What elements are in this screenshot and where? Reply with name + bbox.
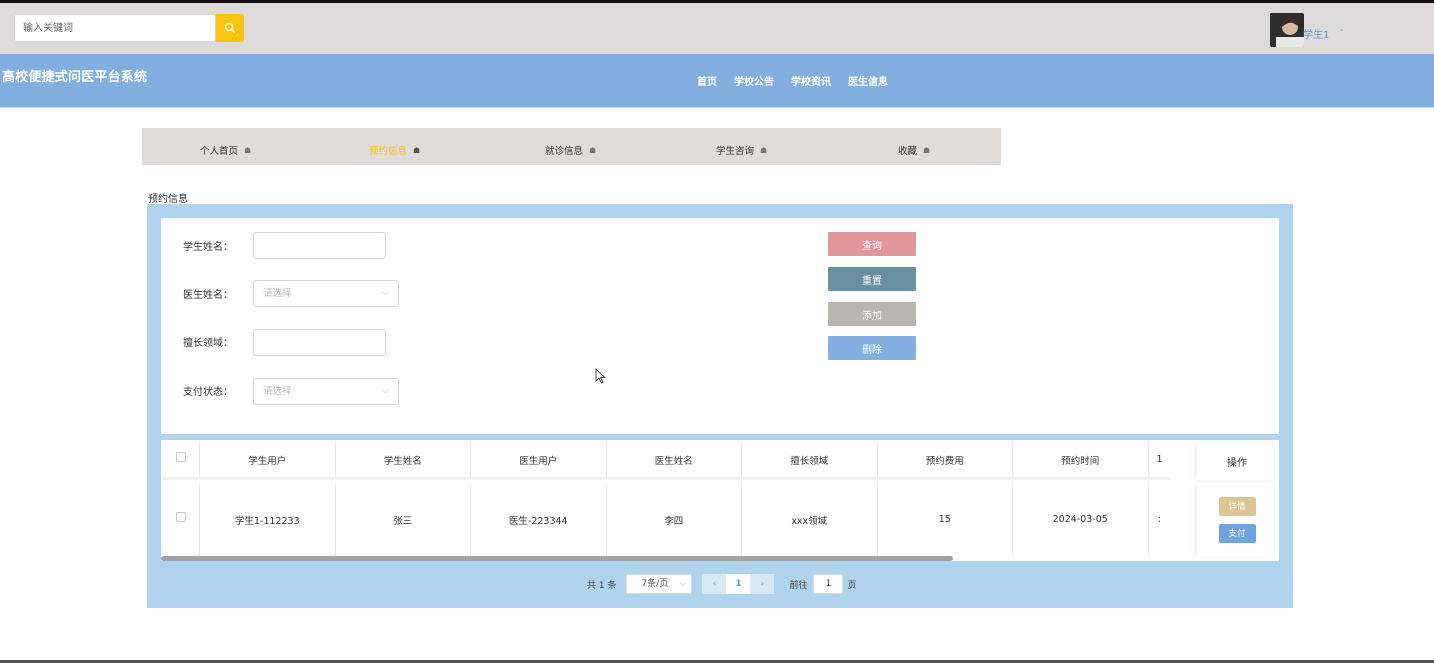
table-row: 学生1-112233 张三 医生-223344 李四 xxx领域 15 2024… [163, 483, 1171, 556]
prev-page-button[interactable]: ‹ [702, 574, 727, 594]
home-icon: ☗ [413, 145, 421, 155]
home-icon: ☗ [589, 145, 597, 155]
nav-item-announcements[interactable]: 学校公告 [734, 73, 774, 88]
main-nav: 首页 学校公告 学校资讯 医生信息 [697, 73, 888, 88]
mouse-cursor-icon [595, 368, 606, 384]
select-placeholder: 请选择 [263, 386, 292, 397]
avatar[interactable] [1270, 13, 1304, 47]
field-label: 擅长领域： [183, 338, 233, 349]
user-menu-caret[interactable]: - [1340, 25, 1344, 36]
goto-page-input[interactable]: 1 [813, 574, 844, 594]
next-page-button[interactable]: › [750, 574, 775, 594]
header-actions-label: 操作 [1227, 457, 1247, 469]
cell-doctor-name: 李四 [607, 483, 742, 556]
page-size-select[interactable]: 7条/页 ⌵ [626, 574, 693, 594]
cell-time: 2024-03-05 [1013, 483, 1149, 556]
pay-status-label: 支付状态： [183, 387, 233, 398]
row-checkbox[interactable] [163, 483, 200, 556]
tab-label: 就诊信息 [545, 146, 584, 157]
detail-button[interactable]: 详情 [1218, 496, 1256, 516]
appointments-table: 学生用户 学生姓名 医生用户 医生姓名 擅长领域 预约费用 预约时间 1 操作 … [161, 440, 1279, 561]
tab-favorites[interactable]: 收藏 ☗ [898, 143, 931, 158]
select-placeholder: 请选择 [263, 288, 292, 299]
user-name[interactable]: 学生1 [1303, 26, 1329, 41]
table-header: 学生用户 学生姓名 医生用户 医生姓名 擅长领域 预约费用 预约时间 1 [163, 442, 1171, 480]
section-title: 预约信息 [148, 194, 188, 205]
row-actions: 详情 支付 [1197, 483, 1277, 556]
reset-button[interactable]: 重置 [828, 267, 916, 291]
tab-appointments[interactable]: 预约信息 ☗ [369, 143, 421, 158]
doctor-name-label: 医生姓名： [183, 290, 233, 301]
page-number-1[interactable]: 1 [726, 574, 751, 594]
header-truncated: 1 [1156, 454, 1163, 465]
nav-item-home[interactable]: 首页 [697, 73, 717, 88]
home-icon: ☗ [923, 145, 931, 155]
tab-visits[interactable]: 就诊信息 ☗ [545, 143, 597, 158]
nav-bar: 高校便捷式问医平台系统 首页 学校公告 学校资讯 医生信息 [0, 54, 1434, 108]
search-icon [224, 22, 235, 33]
goto-label: 前往 [789, 580, 808, 591]
filter-form: 学生姓名： 医生姓名： 请选择 ⌵ 擅长领域： 支付状态： 请选择 ⌵ 查询 重… [161, 218, 1279, 434]
page-suffix: 页 [847, 580, 857, 591]
tab-label: 预约信息 [369, 146, 408, 157]
cell-doctor-user: 医生-223344 [471, 483, 607, 556]
pagination-total: 共 1 条 [587, 580, 617, 591]
student-name-label: 学生姓名： [183, 242, 233, 253]
home-icon: ☗ [244, 145, 252, 155]
chevron-down-icon: ⌵ [382, 288, 389, 298]
tab-label: 个人首页 [200, 146, 239, 157]
field-input[interactable] [253, 329, 386, 356]
user-center-tabs: 个人首页 ☗ 预约信息 ☗ 就诊信息 ☗ 学生咨询 ☗ 收藏 ☗ [142, 128, 1001, 165]
cell-student-user: 学生1-112233 [200, 483, 336, 556]
search-input[interactable] [14, 14, 216, 42]
search-button[interactable] [216, 14, 244, 42]
header-actions: 操作 [1197, 442, 1277, 480]
tab-consultations[interactable]: 学生咨询 ☗ [716, 143, 768, 158]
header-field: 擅长领域 [742, 442, 878, 477]
select-all-checkbox[interactable] [163, 442, 200, 477]
query-button[interactable]: 查询 [828, 232, 916, 256]
tab-personal-home[interactable]: 个人首页 ☗ [200, 143, 252, 158]
header-student-name: 学生姓名 [336, 442, 471, 477]
header-time: 预约时间 [1013, 442, 1149, 477]
top-bar: 学生1 - [0, 0, 1434, 54]
cell-field: xxx领域 [742, 483, 878, 556]
header-fee: 预约费用 [878, 442, 1013, 477]
cell-fee: 15 [878, 483, 1013, 556]
tab-label: 收藏 [898, 146, 918, 157]
student-name-input[interactable] [253, 232, 386, 259]
nav-item-doctors[interactable]: 医生信息 [848, 73, 888, 88]
chevron-down-icon: ⌵ [679, 579, 687, 589]
search-box [14, 14, 244, 42]
site-title: 高校便捷式问医平台系统 [2, 70, 148, 85]
doctor-name-select[interactable]: 请选择 ⌵ [253, 280, 399, 307]
tab-label: 学生咨询 [716, 146, 755, 157]
delete-button[interactable]: 删除 [828, 336, 916, 360]
home-icon: ☗ [760, 145, 768, 155]
pay-status-select[interactable]: 请选择 ⌵ [253, 378, 399, 405]
header-doctor-user: 医生用户 [471, 442, 607, 477]
cell-student-name: 张三 [336, 483, 471, 556]
header-student-user: 学生用户 [200, 442, 336, 477]
horizontal-scrollbar[interactable] [161, 556, 953, 561]
page-size-value: 7条/页 [641, 579, 669, 589]
content-panel: 学生姓名： 医生姓名： 请选择 ⌵ 擅长领域： 支付状态： 请选择 ⌵ 查询 重… [147, 204, 1293, 608]
add-button[interactable]: 添加 [828, 302, 916, 326]
header-doctor-name: 医生姓名 [607, 442, 742, 477]
pay-button[interactable]: 支付 [1218, 523, 1256, 543]
nav-item-news[interactable]: 学校资讯 [791, 73, 831, 88]
chevron-down-icon: ⌵ [382, 386, 389, 396]
pagination: 共 1 条 7条/页 ⌵ ‹ 1 › 前往 1 页 [587, 574, 856, 594]
cell-truncated: : [1157, 514, 1162, 525]
